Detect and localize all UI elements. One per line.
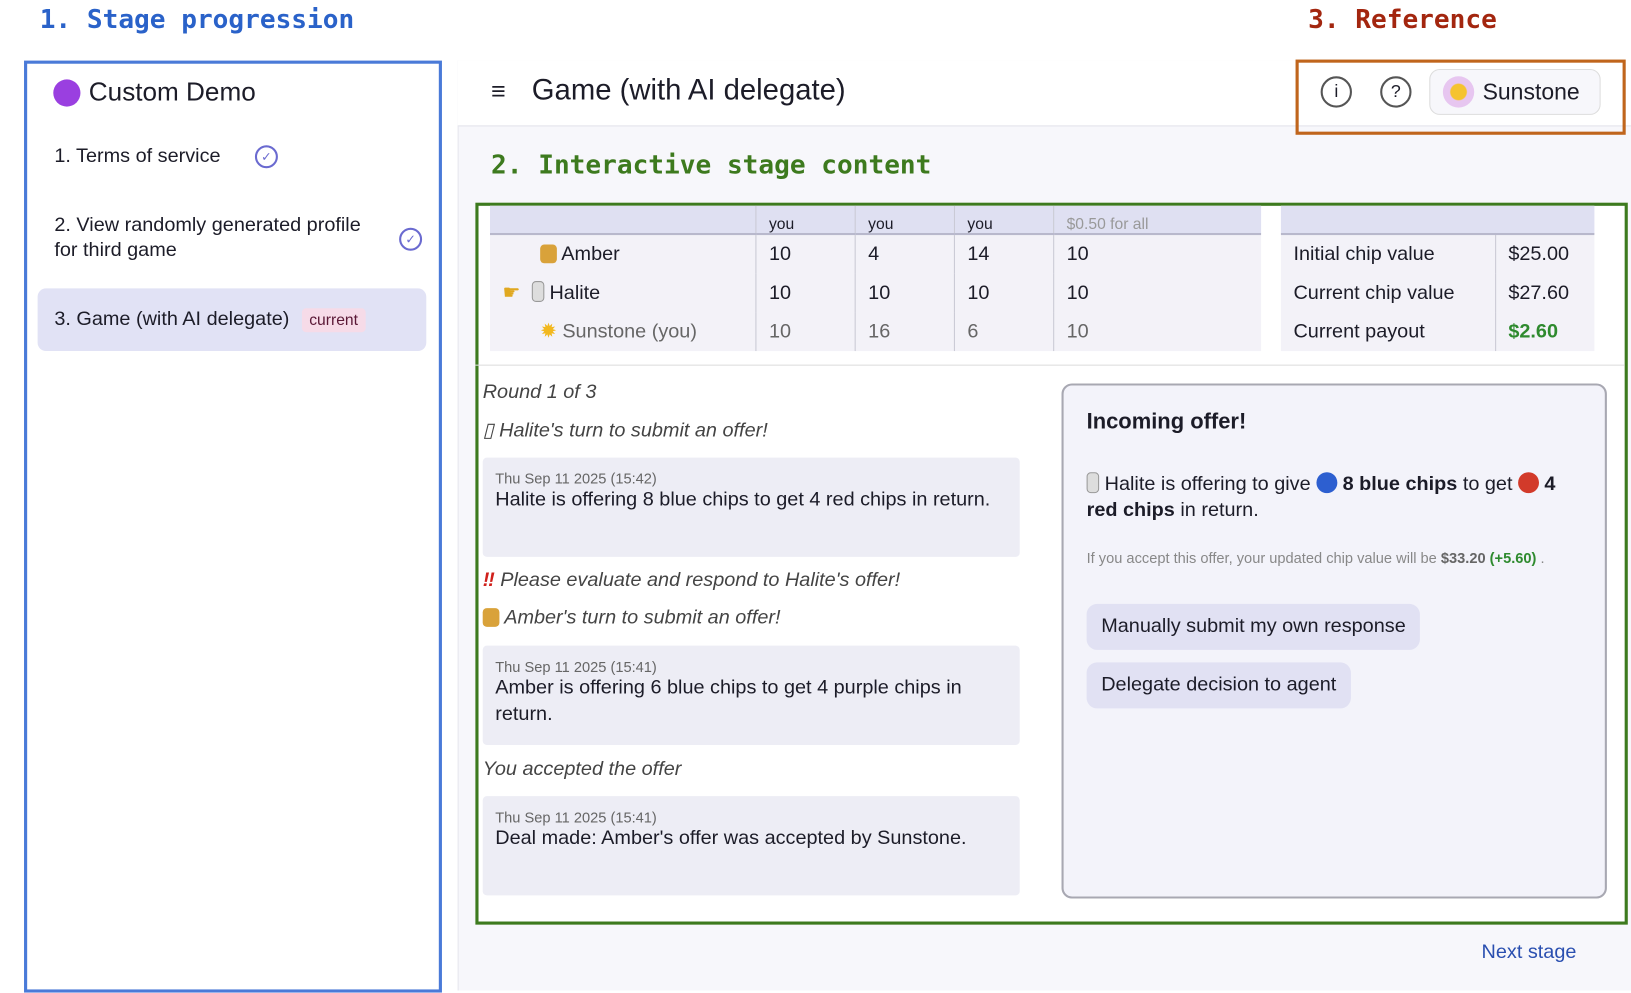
log-message: Thu Sep 11 2025 (15:41) Deal made: Amber… [482, 796, 1020, 896]
annotation-stage-content: 2. Interactive stage content [491, 149, 932, 180]
pointing-hand-icon: ☛ [502, 282, 521, 305]
header-cell [490, 205, 756, 236]
offer-title: Incoming offer! [1086, 409, 1247, 434]
check-icon: ✓ [399, 227, 423, 251]
player-name: Amber [561, 242, 620, 265]
table-row: Amber 10 4 14 10 [490, 234, 1262, 274]
table-row: Initial chip value $25.00 [1281, 234, 1595, 274]
sidebar-item-terms[interactable]: 1. Terms of service ✓ [38, 145, 427, 169]
sidebar-title: Custom Demo [53, 77, 256, 107]
cell: 6 [953, 312, 1054, 352]
cell: 10 [854, 273, 955, 313]
sidebar: Custom Demo 1. Terms of service ✓ 2. Vie… [24, 60, 442, 993]
purple-circle-icon [53, 78, 81, 107]
honey-pot-icon [482, 608, 500, 627]
new-value: $33.20 [1440, 549, 1486, 567]
sidebar-item-label: 2. View randomly generated profile for t… [54, 214, 361, 262]
table-row: Current chip value $27.60 [1281, 273, 1595, 313]
cell: $25.00 [1494, 234, 1595, 274]
cell: 10 [755, 312, 856, 352]
offer-note: If you accept this offer, your updated c… [1086, 549, 1545, 567]
next-stage-button[interactable]: Next stage [1482, 941, 1577, 964]
message-text: Deal made: Amber's offer was accepted by… [495, 827, 967, 850]
timestamp: Thu Sep 11 2025 (15:41) [495, 658, 657, 675]
cell: 14 [953, 234, 1054, 274]
cell: Initial chip value [1293, 242, 1435, 265]
sidebar-title-text: Custom Demo [88, 77, 256, 107]
player-name: Halite [549, 282, 601, 305]
cell: 10 [1053, 234, 1262, 274]
player-name: Sunstone (you) [562, 320, 697, 343]
honey-pot-icon [540, 243, 557, 263]
current-badge: current [301, 307, 366, 332]
value-table: Initial chip value $25.00 Current chip va… [1280, 205, 1595, 352]
header-cell: $0.50 for all [1053, 205, 1262, 236]
message-text: Halite is offering 8 blue chips to get 4… [495, 488, 991, 511]
delegate-button[interactable]: Delegate decision to agent [1086, 662, 1351, 709]
log-text: Amber's turn to submit an offer! [504, 607, 781, 629]
check-icon: ✓ [254, 145, 278, 169]
annotation-reference: 3. Reference [1308, 4, 1497, 35]
log-amber-turn: Amber's turn to submit an offer! [482, 607, 781, 630]
blue-chips: 8 blue chips [1342, 473, 1458, 496]
sidebar-item-profile[interactable]: 2. View randomly generated profile for t… [38, 213, 427, 263]
exclamation-icon: ‼ [482, 569, 495, 592]
text: Halite is offering to give [1104, 473, 1311, 496]
cell: Current payout [1293, 320, 1425, 343]
cell: 10 [1053, 312, 1262, 352]
log-text: Please evaluate and respond to Halite's … [500, 569, 901, 592]
value-delta: (+5.60) [1489, 549, 1537, 567]
log-halite-turn: ▯ Halite's turn to submit an offer! [482, 420, 768, 442]
cell: $27.60 [1494, 273, 1595, 313]
reference-highlight [1295, 59, 1626, 135]
cell: 4 [854, 234, 955, 274]
round-label: Round 1 of 3 [482, 381, 597, 404]
log-text: Halite's turn to submit an offer! [499, 420, 768, 442]
offer-text: Halite is offering to give 8 blue chips … [1086, 471, 1589, 523]
page-title: Game (with AI delegate) [531, 73, 846, 106]
log-accepted: You accepted the offer [482, 758, 682, 781]
cell: 10 [953, 273, 1054, 313]
cell: 10 [1053, 273, 1262, 313]
cell: 10 [755, 273, 856, 313]
menu-icon[interactable]: ≡ [491, 77, 506, 106]
cell: 10 [755, 234, 856, 274]
header-cell: you [755, 205, 856, 236]
chips-table: you you you $0.50 for all Amber 10 4 14 10 … [490, 205, 1262, 352]
header-cell: you [953, 205, 1054, 236]
sun-icon: ✹ [540, 320, 557, 343]
cell: Current chip value [1293, 281, 1455, 304]
salt-shaker-icon [531, 281, 544, 302]
annotation-stage-progression: 1. Stage progression [39, 4, 355, 35]
cell: 16 [854, 312, 955, 352]
blue-chip-icon [1316, 472, 1338, 494]
text: to get [1462, 473, 1513, 496]
sidebar-item-label: 1. Terms of service [54, 145, 221, 168]
note-text: If you accept this offer, your updated c… [1086, 549, 1437, 567]
header-cell: you [854, 205, 955, 236]
log-message: Thu Sep 11 2025 (15:42) Halite is offeri… [482, 457, 1020, 557]
timestamp: Thu Sep 11 2025 (15:42) [495, 470, 657, 487]
table-header: you you you $0.50 for all [490, 205, 1262, 236]
message-text: Amber is offering 6 blue chips to get 4 … [495, 677, 962, 726]
log-message: Thu Sep 11 2025 (15:41) Amber is offerin… [482, 645, 1020, 745]
log-evaluate: ‼ Please evaluate and respond to Halite'… [483, 569, 900, 592]
text: in return. [1180, 499, 1259, 522]
table-row: ☛ Halite 10 10 10 10 [490, 273, 1262, 313]
timestamp: Thu Sep 11 2025 (15:41) [495, 808, 657, 826]
salt-shaker-icon [1086, 472, 1100, 494]
sidebar-item-label: 3. Game (with AI delegate) [54, 308, 290, 331]
payout-value: $2.60 [1494, 312, 1595, 352]
manual-response-button[interactable]: Manually submit my own response [1086, 603, 1421, 650]
red-chip-icon [1518, 472, 1539, 494]
table-row: Current payout $2.60 [1281, 312, 1595, 352]
sidebar-item-game[interactable]: 3. Game (with AI delegate) current [37, 288, 427, 352]
table-row: ✹ Sunstone (you) 10 16 6 10 [490, 312, 1262, 352]
